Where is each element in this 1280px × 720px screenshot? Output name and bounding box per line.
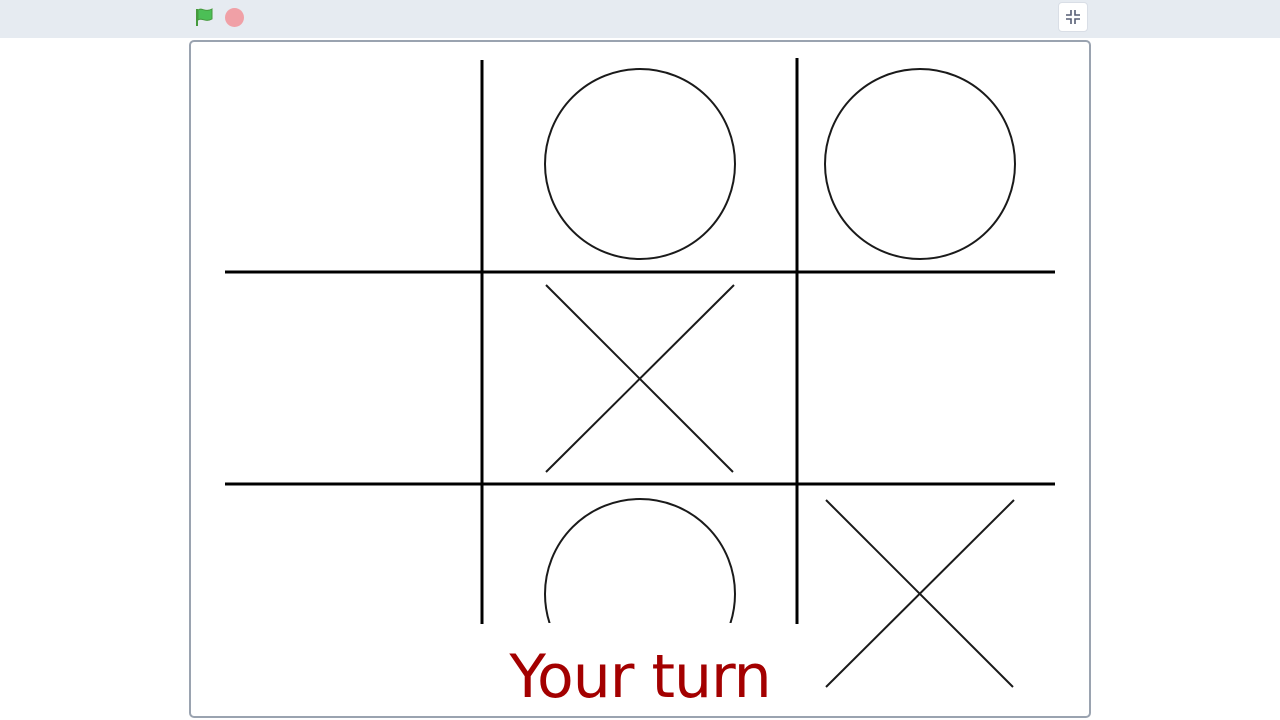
stop-button[interactable]: [225, 8, 244, 27]
green-flag-icon: [196, 8, 213, 26]
turn-status-text: Your turn: [509, 642, 771, 712]
game-stage[interactable]: Your turn: [189, 40, 1091, 718]
cell-1-2[interactable]: [799, 274, 1055, 482]
cell-0-0[interactable]: [225, 58, 480, 270]
cell-2-1[interactable]: [484, 486, 795, 624]
green-flag-button[interactable]: [194, 7, 216, 27]
cell-1-0[interactable]: [225, 274, 480, 482]
cell-0-1[interactable]: [484, 58, 795, 270]
shrink-stage-icon: [1066, 10, 1080, 24]
cell-2-0[interactable]: [225, 486, 480, 624]
tic-tac-toe-board: [225, 58, 1055, 688]
stage-toolbar: [0, 0, 1280, 38]
shrink-stage-button[interactable]: [1058, 2, 1088, 32]
cell-0-2[interactable]: [799, 58, 1055, 270]
